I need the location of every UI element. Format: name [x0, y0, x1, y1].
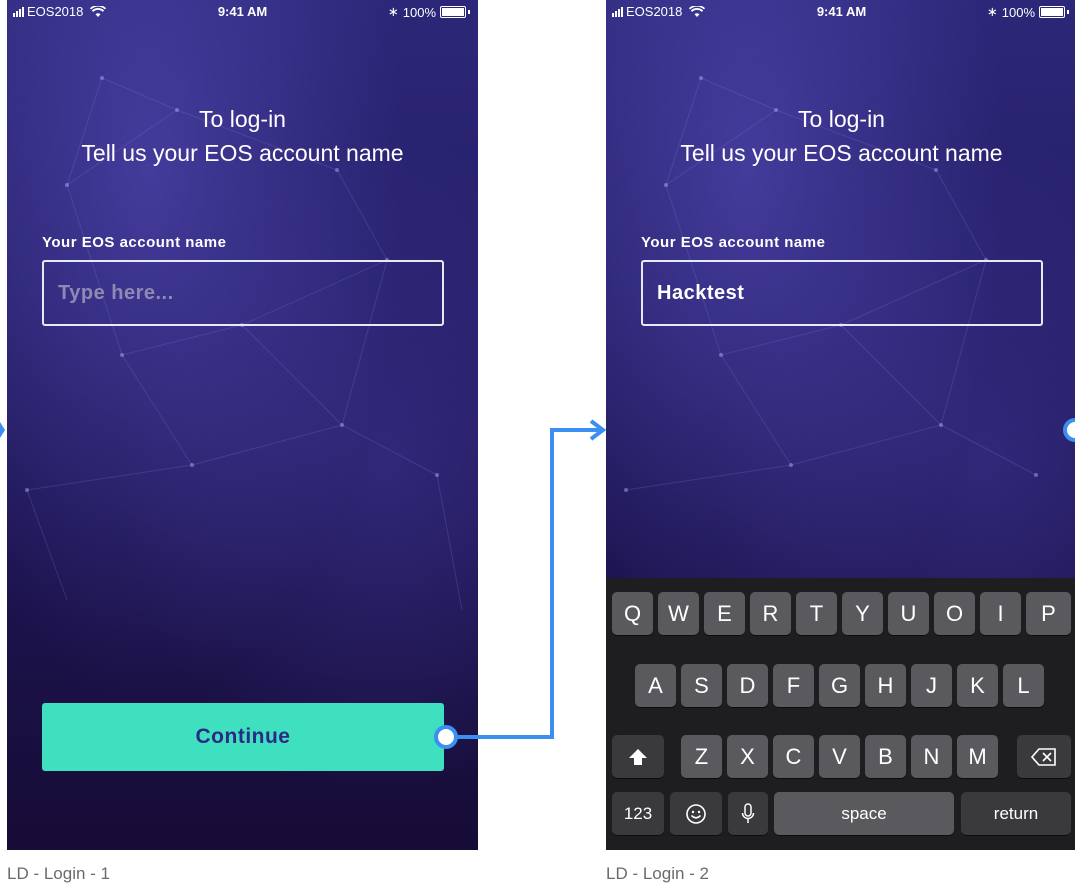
account-name-value: Hacktest [657, 282, 745, 304]
space-key[interactable]: space [774, 792, 954, 835]
key-u[interactable]: U [888, 592, 929, 635]
heading-line-1: To log-in [798, 106, 885, 132]
ios-keyboard: Q W E R T Y U O I P A S D F G H J K L Z … [606, 578, 1075, 850]
key-n[interactable]: N [911, 735, 952, 778]
shift-key[interactable] [612, 735, 664, 778]
key-r[interactable]: R [750, 592, 791, 635]
key-i[interactable]: I [980, 592, 1021, 635]
key-j[interactable]: J [911, 664, 952, 707]
key-t[interactable]: T [796, 592, 837, 635]
key-k[interactable]: K [957, 664, 998, 707]
continue-button[interactable]: Continue [42, 703, 444, 771]
bluetooth-icon: ∗ [387, 4, 399, 19]
account-name-placeholder: Type here... [58, 282, 174, 304]
login-screen-2: EOS2018 9:41 AM ∗ 100% To log-in Tell us… [606, 0, 1075, 850]
key-l[interactable]: L [1003, 664, 1044, 707]
key-o[interactable]: O [934, 592, 975, 635]
battery-percent: 100% [402, 4, 436, 20]
emoji-icon [686, 803, 706, 824]
account-name-input[interactable]: Hacktest [641, 260, 1043, 326]
key-a[interactable]: A [635, 664, 676, 707]
battery-percent: 100% [1001, 4, 1035, 20]
key-s[interactable]: S [681, 664, 722, 707]
numbers-key[interactable]: 123 [612, 792, 664, 835]
login-screen-1: EOS2018 9:41 AM ∗ 100% To log-in Tell us… [7, 0, 478, 850]
status-bar: EOS2018 9:41 AM ∗ 100% [7, 0, 478, 22]
heading-line-2: Tell us your EOS account name [680, 140, 1003, 166]
battery-icon [440, 6, 466, 18]
key-v[interactable]: V [819, 735, 860, 778]
backspace-key[interactable] [1017, 735, 1071, 778]
incoming-link-arrow-icon [0, 422, 5, 438]
key-x[interactable]: X [727, 735, 768, 778]
key-b[interactable]: B [865, 735, 906, 778]
artboard-caption-1: LD - Login - 1 [7, 864, 110, 883]
flow-connector-line [457, 428, 600, 739]
emoji-key[interactable] [670, 792, 722, 835]
shift-arrow-icon [629, 748, 647, 765]
connector-arrowhead-icon [589, 419, 607, 441]
status-bar: EOS2018 9:41 AM ∗ 100% [606, 0, 1075, 22]
microphone-icon [741, 802, 755, 823]
login-heading: To log-in Tell us your EOS account name [606, 102, 1075, 170]
key-z[interactable]: Z [681, 735, 722, 778]
account-name-label: Your EOS account name [42, 234, 227, 251]
key-f[interactable]: F [773, 664, 814, 707]
key-q[interactable]: Q [612, 592, 653, 635]
heading-line-1: To log-in [199, 106, 286, 132]
backspace-icon [1031, 747, 1056, 766]
return-key[interactable]: return [961, 792, 1071, 835]
key-h[interactable]: H [865, 664, 906, 707]
bluetooth-icon: ∗ [986, 4, 998, 19]
key-g[interactable]: G [819, 664, 860, 707]
account-name-input[interactable]: Type here... [42, 260, 444, 326]
artboard-caption-2: LD - Login - 2 [606, 864, 709, 883]
account-name-label: Your EOS account name [641, 234, 826, 251]
heading-line-2: Tell us your EOS account name [81, 140, 404, 166]
dictation-key[interactable] [728, 792, 768, 835]
key-e[interactable]: E [704, 592, 745, 635]
battery-icon [1039, 6, 1065, 18]
key-y[interactable]: Y [842, 592, 883, 635]
key-c[interactable]: C [773, 735, 814, 778]
key-d[interactable]: D [727, 664, 768, 707]
key-m[interactable]: M [957, 735, 998, 778]
key-p[interactable]: P [1026, 592, 1071, 635]
login-heading: To log-in Tell us your EOS account name [7, 102, 478, 170]
key-w[interactable]: W [658, 592, 699, 635]
